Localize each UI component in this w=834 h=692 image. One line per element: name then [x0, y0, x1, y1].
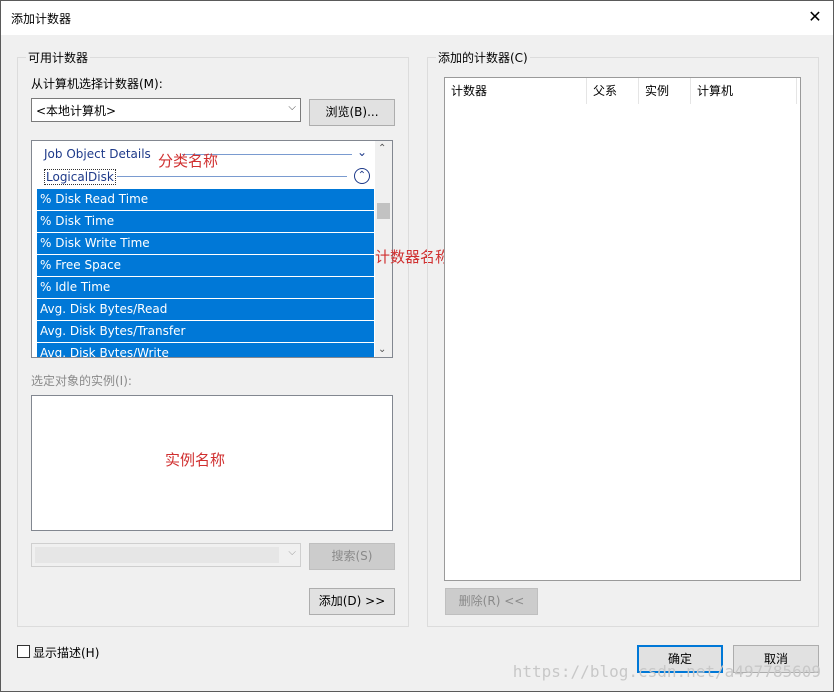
instance-search-input[interactable]: ⌵ — [31, 543, 301, 567]
remove-button[interactable]: 删除(R) << — [445, 588, 538, 615]
add-counters-dialog: 添加计数器 ✕ 可用计数器 从计算机选择计数器(M): <本地计算机> ⌵ 浏览… — [0, 0, 834, 692]
added-counters-label: 添加的计数器(C) — [436, 49, 530, 66]
chevron-down-icon[interactable]: ⌵ — [288, 102, 296, 113]
dialog-title: 添加计数器 — [11, 12, 72, 26]
computer-select-label: 从计算机选择计数器(M): — [31, 77, 163, 91]
counter-item[interactable]: % Idle Time — [37, 277, 374, 298]
counter-item[interactable]: % Disk Read Time — [37, 189, 374, 210]
title-bar: 添加计数器 ✕ — [1, 1, 833, 35]
watermark: https://blog.csdn.net/a497785609 — [512, 662, 821, 681]
browse-button[interactable]: 浏览(B)... — [309, 99, 395, 126]
column-header-parent[interactable]: 父系 — [587, 78, 639, 104]
category-logicaldisk[interactable]: LogicalDisk — [44, 169, 116, 185]
close-icon[interactable]: ✕ — [805, 7, 825, 27]
counter-item[interactable]: % Free Space — [37, 255, 374, 276]
counter-item[interactable]: % Disk Time — [37, 211, 374, 232]
collapse-chevron-icon[interactable]: ⌃ — [354, 168, 370, 184]
category-job-object-details[interactable]: Job Object Details — [44, 147, 151, 161]
add-button[interactable]: 添加(D) >> — [309, 588, 395, 615]
instance-list[interactable]: 实例名称 — [31, 395, 393, 531]
computer-select-value: <本地计算机> — [36, 104, 117, 118]
scroll-down-icon[interactable]: ⌄ — [378, 344, 386, 355]
search-button[interactable]: 搜索(S) — [309, 543, 395, 570]
available-counters-label: 可用计数器 — [26, 49, 91, 66]
counter-item[interactable]: Avg. Disk Bytes/Read — [37, 299, 374, 320]
annotation-category-name: 分类名称 — [158, 152, 219, 170]
annotation-instance-name: 实例名称 — [165, 451, 226, 469]
column-header-computer[interactable]: 计算机 — [691, 78, 797, 104]
expand-chevron-icon[interactable]: ⌄ — [357, 145, 367, 159]
counter-list[interactable]: Job Object Details ⌄ LogicalDisk ⌃ % Dis… — [31, 140, 393, 358]
computer-select[interactable]: <本地计算机> ⌵ — [31, 98, 301, 122]
scroll-up-icon[interactable]: ⌃ — [378, 143, 386, 154]
scrollbar-thumb[interactable] — [377, 203, 390, 219]
category-divider — [117, 176, 347, 177]
search-field-fill — [35, 547, 279, 563]
chevron-down-icon[interactable]: ⌵ — [288, 547, 296, 558]
counter-item[interactable]: Avg. Disk Bytes/Transfer — [37, 321, 374, 342]
show-description-checkbox[interactable] — [17, 645, 30, 658]
counter-item[interactable]: % Disk Write Time — [37, 233, 374, 254]
counter-item[interactable]: Avg. Disk Bytes/Write — [37, 343, 374, 357]
column-header-counter[interactable]: 计数器 — [445, 78, 587, 104]
column-header-instance[interactable]: 实例 — [639, 78, 691, 104]
added-counters-table[interactable]: 计数器 父系 实例 计算机 — [444, 77, 801, 581]
show-description-label[interactable]: 显示描述(H) — [33, 644, 99, 661]
instances-label: 选定对象的实例(I): — [31, 374, 132, 388]
